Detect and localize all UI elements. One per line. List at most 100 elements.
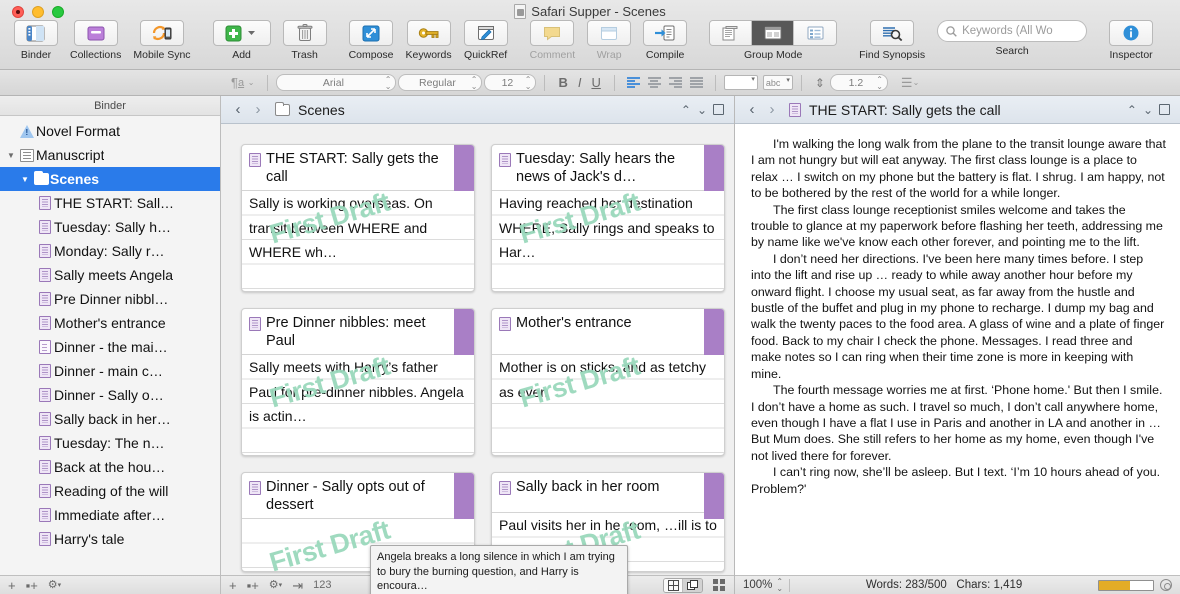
toolbar-search[interactable]: Keywords (All Wo Search	[931, 20, 1093, 57]
forward-button[interactable]: ›	[765, 102, 779, 117]
sidebar-item-reading-of-the-will[interactable]: Reading of the will	[0, 479, 220, 503]
toolbar-button-inspector[interactable]: Inspector	[1103, 20, 1159, 61]
toolbar-group-mode[interactable]: Group Mode	[703, 20, 843, 61]
toolbar-button-compile[interactable]: Compile	[637, 20, 693, 61]
grid-layout-button[interactable]	[664, 578, 683, 592]
toolbar-button-mobile-sync[interactable]: Mobile Sync	[127, 20, 196, 61]
sidebar-item-the-start[interactable]: THE START: Sall…	[0, 191, 220, 215]
card-size-segmented[interactable]	[663, 577, 703, 593]
italic-button[interactable]: I	[573, 75, 587, 90]
align-justify-button[interactable]	[686, 77, 707, 88]
mobile-sync-icon[interactable]	[139, 20, 184, 46]
card-grid-size-icon[interactable]	[713, 578, 726, 592]
split-view-button[interactable]	[1159, 104, 1170, 115]
sidebar-item-novel-format[interactable]: Novel Format	[0, 119, 220, 143]
stepper-icon[interactable]: ⌃ ⌄	[776, 578, 783, 593]
corkboard-header-controls[interactable]: ⌃ ⌄	[681, 103, 724, 117]
list-icon[interactable]: ☰ ⌄	[896, 75, 924, 91]
font-family-select[interactable]: Arial ⌃ ⌄	[276, 74, 397, 91]
search-input[interactable]: Keywords (All Wo	[937, 20, 1088, 42]
add-folder-button[interactable]: ▪+	[26, 579, 38, 592]
compose-icon[interactable]	[349, 20, 394, 46]
sidebar-item-immediate-after[interactable]: Immediate after…	[0, 503, 220, 527]
previous-document-button[interactable]: ⌃	[1127, 103, 1137, 117]
sidebar-item-mothers-entrance[interactable]: Mother's entrance	[0, 311, 220, 335]
sidebar-item-dinner-the-main[interactable]: Dinner - the mai…	[0, 335, 220, 359]
toolbar-button-binder[interactable]: Binder	[8, 20, 64, 61]
toolbar-button-trash[interactable]: Trash	[277, 20, 333, 61]
group-mode-corkboard[interactable]	[752, 21, 795, 45]
align-left-button[interactable]	[623, 77, 644, 88]
editor-text[interactable]: I'm walking the long walk from the plane…	[735, 124, 1180, 575]
key-icon[interactable]	[406, 20, 451, 46]
line-spacing-select[interactable]: 1.2 ⌃ ⌄	[829, 74, 888, 91]
toolbar-button-add[interactable]: Add	[207, 20, 277, 61]
toolbar-button-collections[interactable]: Collections	[64, 20, 127, 61]
find-synopsis-icon[interactable]	[870, 20, 915, 46]
previous-document-button[interactable]: ⌃	[681, 103, 691, 117]
sidebar-item-harrys-tale[interactable]: Harry's tale	[0, 527, 220, 551]
sidebar-item-back-at-the-hou[interactable]: Back at the hou…	[0, 455, 220, 479]
sidebar-item-dinner-main-c[interactable]: Dinner - main c…	[0, 359, 220, 383]
twisty[interactable]: ▼	[4, 151, 18, 160]
group-mode-scrivenings[interactable]	[710, 21, 753, 45]
split-view-button[interactable]	[713, 104, 724, 115]
export-icon[interactable]: ⇥	[292, 579, 303, 592]
align-right-button[interactable]	[665, 77, 686, 88]
target-icon[interactable]	[1160, 579, 1172, 591]
add-folder-button[interactable]: ▪+	[247, 579, 259, 592]
toolbar-button-find-synopsis[interactable]: Find Synopsis	[853, 20, 931, 61]
twisty[interactable]: ▼	[18, 175, 32, 184]
add-plus-icon[interactable]	[212, 20, 271, 46]
next-document-button[interactable]: ⌄	[1143, 103, 1153, 117]
info-icon[interactable]	[1109, 20, 1154, 46]
sidebar-item-scenes[interactable]: ▼ Scenes	[0, 167, 220, 191]
zoom-control[interactable]: 100% ⌃ ⌄	[743, 578, 783, 593]
index-card[interactable]: Pre Dinner nibbles: meet Paul Sally meet…	[241, 308, 475, 456]
sidebar-item-tuesday-the-n[interactable]: Tuesday: The n…	[0, 431, 220, 455]
sidebar-item-manuscript[interactable]: ▼ Manuscript	[0, 143, 220, 167]
corkboard[interactable]: THE START: Sally gets the call Sally is …	[221, 124, 734, 575]
font-style-select[interactable]: Regular ⌃ ⌄	[398, 74, 483, 91]
index-card[interactable]: Mother's entrance Mother is on sticks, a…	[491, 308, 725, 456]
group-mode-segmented[interactable]	[709, 20, 838, 46]
bold-button[interactable]: B	[553, 75, 572, 90]
sidebar-item-pre-dinner-nibbles[interactable]: Pre Dinner nibbl…	[0, 287, 220, 311]
index-card[interactable]: THE START: Sally gets the call Sally is …	[241, 144, 475, 292]
font-size-select[interactable]: 12 ⌃ ⌄	[484, 74, 537, 91]
forward-button[interactable]: ›	[251, 102, 265, 117]
binder-icon[interactable]	[14, 20, 58, 46]
collections-icon[interactable]	[73, 20, 118, 46]
trash-icon[interactable]	[282, 20, 327, 46]
compile-icon[interactable]	[643, 20, 688, 46]
underline-button[interactable]: U	[586, 75, 605, 90]
add-button[interactable]: +	[229, 579, 237, 592]
binder-list[interactable]: Novel Format ▼ Manuscript ▼ Scenes THE S…	[0, 116, 220, 575]
toolbar-button-keywords[interactable]: Keywords	[400, 20, 458, 61]
gear-icon[interactable]: ⚙ ▾	[48, 579, 61, 591]
sidebar-item-label: Harry's tale	[54, 531, 125, 547]
next-document-button[interactable]: ⌄	[697, 103, 707, 117]
editor-header-controls[interactable]: ⌃ ⌄	[1127, 103, 1170, 117]
gear-icon[interactable]: ⚙ ▾	[269, 579, 282, 591]
quickref-icon[interactable]	[463, 20, 508, 46]
sidebar-item-tuesday-sally-hears[interactable]: Tuesday: Sally h…	[0, 215, 220, 239]
group-mode-outliner[interactable]	[794, 21, 837, 45]
align-center-button[interactable]	[644, 77, 665, 88]
sidebar-item-dinner-sally-o[interactable]: Dinner - Sally o…	[0, 383, 220, 407]
add-button[interactable]: +	[8, 579, 16, 592]
back-button[interactable]: ‹	[231, 102, 245, 117]
index-card[interactable]: Tuesday: Sally hears the news of Jack's …	[491, 144, 725, 292]
freeform-layout-button[interactable]	[683, 578, 702, 592]
card-icon	[36, 436, 54, 450]
sidebar-item-sally-back-in-her[interactable]: Sally back in her…	[0, 407, 220, 431]
sidebar-item-monday-sally[interactable]: Monday: Sally r…	[0, 239, 220, 263]
spelling-button[interactable]: abc	[762, 75, 793, 90]
toolbar-button-quickref[interactable]: QuickRef	[458, 20, 514, 61]
zoom-level: 100%	[743, 579, 773, 591]
highlight-color-icon[interactable]	[723, 75, 758, 90]
paragraph-style-icon[interactable]: ¶ a ⌄	[226, 75, 259, 90]
sidebar-item-sally-meets-angela[interactable]: Sally meets Angela	[0, 263, 220, 287]
toolbar-button-compose[interactable]: Compose	[343, 20, 400, 61]
back-button[interactable]: ‹	[745, 102, 759, 117]
